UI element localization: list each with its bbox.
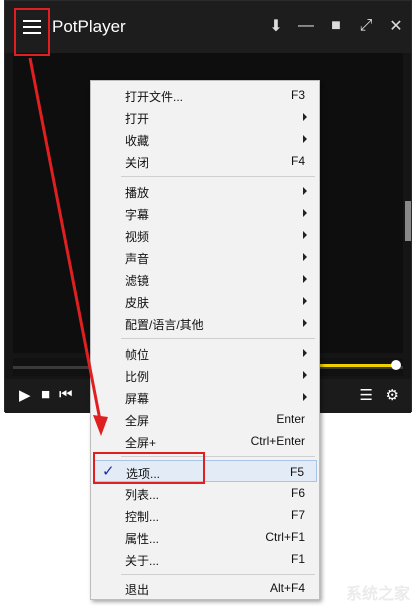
menu-separator xyxy=(121,176,315,177)
settings-icon[interactable]: ⚙ xyxy=(386,386,399,404)
menu-item-label: 属性... xyxy=(125,532,160,546)
menu-item-config-language-other[interactable]: 配置/语言/其他 xyxy=(93,312,317,334)
menu-item-open[interactable]: 打开 xyxy=(93,106,317,128)
title-bar[interactable]: PotPlayer ⬇ — ■ ⤢ ✕ xyxy=(5,1,411,53)
close-icon[interactable]: ✕ xyxy=(387,15,405,37)
minimize-icon[interactable]: — xyxy=(297,15,315,37)
menu-item-frame[interactable]: 帧位 xyxy=(93,342,317,364)
playlist-icon[interactable]: ☰ xyxy=(360,386,373,404)
context-menu: 打开文件... F3 打开 收藏 关闭 F4 播放 字幕 视频 声音 滤镜 皮肤… xyxy=(90,80,320,600)
pin-icon[interactable]: ⬇ xyxy=(267,15,285,37)
menu-item-label: 皮肤 xyxy=(125,296,150,310)
menu-item-favorites[interactable]: 收藏 xyxy=(93,128,317,150)
menu-item-shortcut: F4 xyxy=(290,154,305,168)
menu-item-label: 字幕 xyxy=(125,208,150,222)
submenu-arrow-icon xyxy=(303,135,307,143)
menu-item-label: 打开文件... xyxy=(125,90,184,104)
menu-item-playback[interactable]: 播放 xyxy=(93,180,317,202)
menu-separator xyxy=(121,338,315,339)
stop-icon[interactable]: ■ xyxy=(41,386,50,403)
menu-item-fullscreen[interactable]: 全屏 Enter xyxy=(93,408,317,430)
menu-item-shortcut: F6 xyxy=(290,486,305,500)
menu-item-label: 配置/语言/其他 xyxy=(125,318,204,332)
menu-item-label: 声音 xyxy=(125,252,150,266)
volume-bar[interactable] xyxy=(315,364,395,367)
annotation-box-menu-button xyxy=(14,8,50,56)
maximize-icon[interactable]: ■ xyxy=(327,15,345,37)
menu-item-close[interactable]: 关闭 F4 xyxy=(93,150,317,172)
menu-item-shortcut: Ctrl+Enter xyxy=(250,434,305,448)
submenu-arrow-icon xyxy=(303,253,307,261)
side-panel-handle[interactable] xyxy=(405,201,411,241)
menu-item-shortcut: F7 xyxy=(290,508,305,522)
menu-item-shortcut: F5 xyxy=(289,465,304,479)
annotation-box-options xyxy=(93,452,205,484)
volume-knob[interactable] xyxy=(391,360,401,370)
submenu-arrow-icon xyxy=(303,371,307,379)
menu-item-subtitles[interactable]: 字幕 xyxy=(93,202,317,224)
watermark: 系统之家 xyxy=(345,586,410,603)
menu-item-shortcut: Alt+F4 xyxy=(269,581,305,595)
menu-item-label: 全屏+ xyxy=(125,436,157,450)
menu-item-shortcut: Enter xyxy=(276,412,305,426)
menu-item-label: 视频 xyxy=(125,230,150,244)
window-controls: ⬇ — ■ ⤢ ✕ xyxy=(267,15,405,37)
menu-item-label: 播放 xyxy=(125,186,150,200)
menu-separator xyxy=(121,574,315,575)
app-title: PotPlayer xyxy=(52,17,126,36)
menu-item-label: 控制... xyxy=(125,510,160,524)
previous-icon[interactable]: ⏮ xyxy=(59,386,73,403)
menu-item-filters[interactable]: 滤镜 xyxy=(93,268,317,290)
menu-item-label: 全屏 xyxy=(125,414,150,428)
menu-item-skins[interactable]: 皮肤 xyxy=(93,290,317,312)
submenu-arrow-icon xyxy=(303,275,307,283)
menu-item-control[interactable]: 控制... F7 xyxy=(93,504,317,526)
menu-item-label: 帧位 xyxy=(125,348,150,362)
submenu-arrow-icon xyxy=(303,231,307,239)
menu-item-audio[interactable]: 声音 xyxy=(93,246,317,268)
menu-item-label: 屏幕 xyxy=(125,392,150,406)
menu-item-about[interactable]: 关于... F1 xyxy=(93,548,317,570)
menu-item-label: 打开 xyxy=(125,112,150,126)
menu-item-aspect-ratio[interactable]: 比例 xyxy=(93,364,317,386)
menu-item-playlist[interactable]: 列表... F6 xyxy=(93,482,317,504)
submenu-arrow-icon xyxy=(303,393,307,401)
submenu-arrow-icon xyxy=(303,349,307,357)
menu-item-label: 关闭 xyxy=(125,156,150,170)
menu-item-label: 关于... xyxy=(125,554,160,568)
submenu-arrow-icon xyxy=(303,209,307,217)
menu-item-screen[interactable]: 屏幕 xyxy=(93,386,317,408)
submenu-arrow-icon xyxy=(303,113,307,121)
fullscreen-icon[interactable]: ⤢ xyxy=(357,15,375,37)
menu-item-label: 退出 xyxy=(125,583,150,597)
menu-item-shortcut: Ctrl+F1 xyxy=(265,530,305,544)
submenu-arrow-icon xyxy=(303,297,307,305)
menu-item-open-file[interactable]: 打开文件... F3 xyxy=(93,84,317,106)
menu-item-shortcut: F3 xyxy=(290,88,305,102)
submenu-arrow-icon xyxy=(303,319,307,327)
menu-item-video[interactable]: 视频 xyxy=(93,224,317,246)
play-icon[interactable]: ▶ xyxy=(19,386,31,404)
menu-item-label: 滤镜 xyxy=(125,274,150,288)
menu-item-label: 收藏 xyxy=(125,134,150,148)
menu-item-properties[interactable]: 属性... Ctrl+F1 xyxy=(93,526,317,548)
submenu-arrow-icon xyxy=(303,187,307,195)
menu-item-fullscreen-plus[interactable]: 全屏+ Ctrl+Enter xyxy=(93,430,317,452)
menu-item-label: 比例 xyxy=(125,370,150,384)
menu-item-exit[interactable]: 退出 Alt+F4 xyxy=(93,577,317,599)
menu-item-label: 列表... xyxy=(125,488,160,502)
menu-item-shortcut: F1 xyxy=(290,552,305,566)
